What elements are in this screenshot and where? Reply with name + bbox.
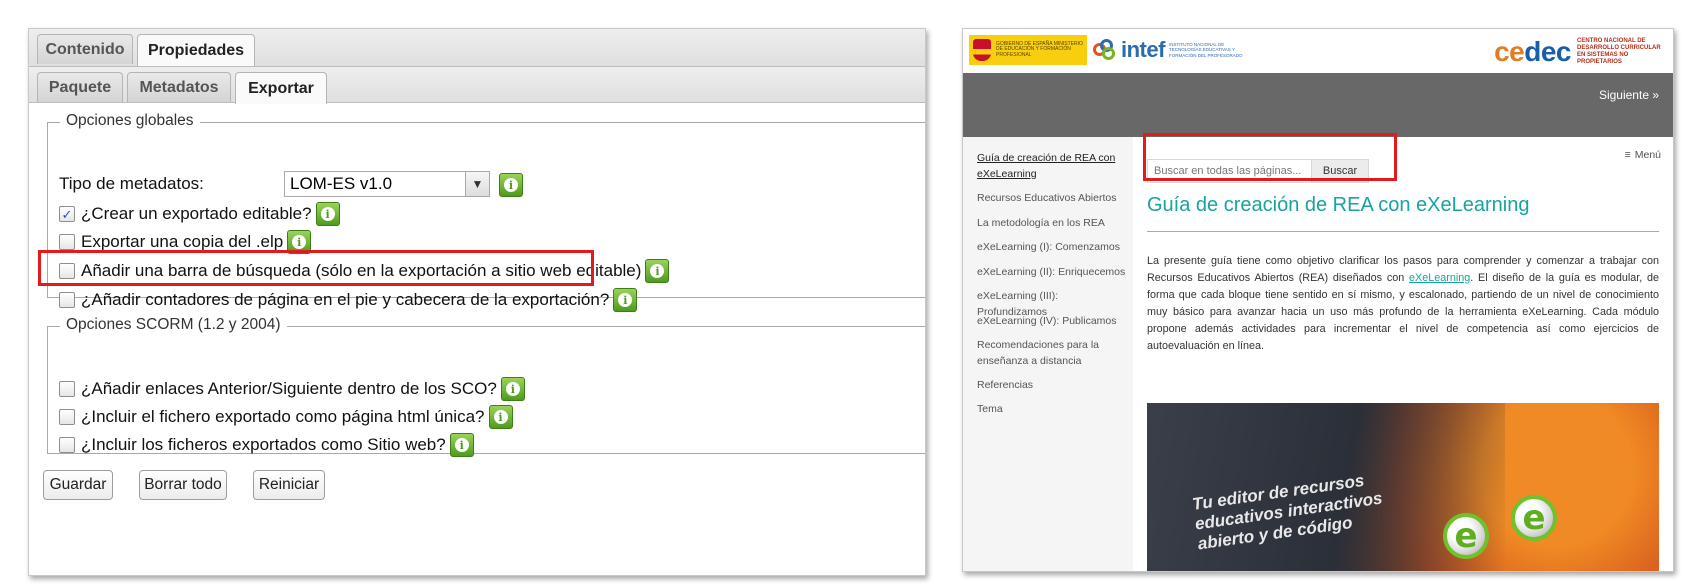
metadata-type-label: Tipo de metadatos: bbox=[59, 174, 204, 194]
top-navigation-band: Siguiente » bbox=[963, 73, 1673, 137]
exe-logo-icon: e bbox=[1443, 513, 1489, 559]
site-main-content: ≡ Menú Buscar en todas las páginas... Bu… bbox=[1133, 137, 1673, 571]
info-icon[interactable]: i bbox=[488, 405, 513, 429]
metadata-type-select[interactable]: LOM-ES v1.0 ▼ bbox=[284, 171, 490, 197]
sidebar-item-publicamos[interactable]: eXeLearning (IV): Publicamos bbox=[977, 313, 1129, 329]
metadata-type-text: Tipo de metadatos: bbox=[59, 174, 204, 193]
sidebar-item-recomendaciones[interactable]: Recomendaciones para la enseñanza a dist… bbox=[977, 337, 1129, 369]
checkbox-scorm-website[interactable] bbox=[59, 437, 75, 453]
cedec-logo: cedec CENTRO NACIONAL DE DESARROLLO CURR… bbox=[1494, 36, 1663, 68]
menu-label: Menú bbox=[1634, 149, 1661, 161]
highlight-box-search-option bbox=[38, 250, 594, 286]
option-label: ¿Crear un exportado editable? bbox=[81, 204, 312, 223]
info-icon[interactable]: i bbox=[499, 173, 523, 197]
site-sidebar-nav: Guía de creación de REA con eXeLearning … bbox=[963, 137, 1133, 571]
tab-paquete[interactable]: Paquete bbox=[37, 72, 123, 102]
tab-exportar[interactable]: Exportar bbox=[235, 72, 327, 104]
main-tabs: Contenido Propiedades bbox=[29, 29, 925, 67]
option-scorm-single-page[interactable]: ¿Incluir el fichero exportado como págin… bbox=[59, 405, 513, 429]
clear-all-button[interactable]: Borrar todo bbox=[139, 470, 227, 500]
chevron-down-icon[interactable]: ▼ bbox=[465, 172, 489, 196]
option-label: ¿Añadir contadores de página en el pie y… bbox=[81, 290, 610, 309]
tab-propiedades[interactable]: Propiedades bbox=[137, 34, 255, 66]
info-icon[interactable]: i bbox=[613, 288, 638, 312]
option-scorm-website[interactable]: ¿Incluir los ficheros exportados como Si… bbox=[59, 433, 474, 457]
intef-logo: intef INSTITUTO NACIONAL DE TECNOLOGÍAS … bbox=[1093, 37, 1245, 63]
checkbox-page-counters[interactable] bbox=[59, 292, 75, 308]
checkbox-scorm-prev-next[interactable] bbox=[59, 381, 75, 397]
export-options-area: Opciones globales Tipo de metadatos: LOM… bbox=[29, 104, 925, 575]
page-title: Guía de creación de REA con eXeLearning bbox=[1147, 194, 1530, 216]
sidebar-item-referencias[interactable]: Referencias bbox=[977, 377, 1129, 393]
option-label: ¿Incluir los ficheros exportados como Si… bbox=[81, 435, 446, 454]
option-label: ¿Añadir enlaces Anterior/Siguiente dentr… bbox=[81, 379, 497, 398]
option-page-counters[interactable]: ¿Añadir contadores de página en el pie y… bbox=[59, 288, 638, 312]
sidebar-item-guia[interactable]: Guía de creación de REA con eXeLearning bbox=[977, 150, 1129, 182]
website-preview: GOBIERNO DE ESPAÑA MINISTERIO DE EDUCACI… bbox=[962, 28, 1674, 572]
export-properties-panel: Contenido Propiedades Paquete Metadatos … bbox=[28, 28, 926, 576]
sidebar-item-metodologia[interactable]: La metodología en los REA bbox=[977, 215, 1129, 231]
tab-metadatos[interactable]: Metadatos bbox=[127, 72, 231, 102]
government-logo-text: GOBIERNO DE ESPAÑA MINISTERIO DE EDUCACI… bbox=[996, 40, 1083, 58]
info-icon[interactable]: i bbox=[500, 377, 525, 401]
exelearning-link[interactable]: eXeLearning bbox=[1409, 272, 1470, 284]
cedec-subtitle: CENTRO NACIONAL DE DESARROLLO CURRICULAR… bbox=[1577, 38, 1661, 65]
intro-paragraph: La presente guía tiene como objetivo cla… bbox=[1147, 255, 1659, 352]
checkbox-scorm-single-page[interactable] bbox=[59, 409, 75, 425]
save-button[interactable]: Guardar bbox=[43, 470, 113, 500]
sidebar-item-tema[interactable]: Tema bbox=[977, 401, 1129, 417]
option-label: ¿Incluir el fichero exportado como págin… bbox=[81, 407, 485, 426]
intef-subtitle: INSTITUTO NACIONAL DE TECNOLOGÍAS EDUCAT… bbox=[1168, 41, 1243, 58]
option-scorm-prev-next[interactable]: ¿Añadir enlaces Anterior/Siguiente dentr… bbox=[59, 377, 525, 401]
tab-contenido[interactable]: Contenido bbox=[37, 34, 133, 64]
sub-tabs: Paquete Metadatos Exportar bbox=[29, 67, 925, 104]
info-icon[interactable]: i bbox=[449, 433, 474, 457]
sidebar-item-rea[interactable]: Recursos Educativos Abiertos bbox=[977, 190, 1129, 206]
next-page-link[interactable]: Siguiente » bbox=[1599, 88, 1659, 102]
scorm-options-legend: Opciones SCORM (1.2 y 2004) bbox=[60, 316, 287, 334]
government-logo: GOBIERNO DE ESPAÑA MINISTERIO DE EDUCACI… bbox=[969, 35, 1087, 65]
highlight-box-search bbox=[1143, 133, 1397, 181]
intef-wordmark: intef bbox=[1121, 37, 1165, 62]
option-label: Exportar una copia del .elp bbox=[81, 232, 284, 251]
exe-logo-icon: e bbox=[1511, 495, 1557, 541]
info-icon[interactable]: i bbox=[645, 259, 670, 283]
menu-toggle[interactable]: ≡ Menú bbox=[1625, 149, 1661, 161]
option-editable-export[interactable]: ✓ ¿Crear un exportado editable? i bbox=[59, 202, 340, 226]
hero-image: Tu editor de recursos educativos interac… bbox=[1147, 403, 1659, 571]
info-icon[interactable]: i bbox=[315, 202, 340, 226]
metadata-type-value: LOM-ES v1.0 bbox=[290, 174, 393, 193]
global-options-legend: Opciones globales bbox=[60, 112, 200, 130]
cedec-wordmark: cedec bbox=[1494, 36, 1571, 67]
checkbox-editable-export[interactable]: ✓ bbox=[59, 206, 75, 222]
site-header: GOBIERNO DE ESPAÑA MINISTERIO DE EDUCACI… bbox=[963, 29, 1673, 73]
title-divider bbox=[1147, 231, 1659, 232]
sidebar-item-enriquecemos[interactable]: eXeLearning (II): Enriquecemos bbox=[977, 264, 1129, 280]
reset-button[interactable]: Reiniciar bbox=[253, 470, 325, 500]
intef-rings-icon bbox=[1093, 39, 1117, 61]
hamburger-icon: ≡ bbox=[1624, 149, 1631, 161]
coat-of-arms-icon bbox=[973, 39, 991, 61]
checkbox-export-elp-copy[interactable] bbox=[59, 234, 75, 250]
sidebar-item-comenzamos[interactable]: eXeLearning (I): Comenzamos bbox=[977, 239, 1129, 255]
